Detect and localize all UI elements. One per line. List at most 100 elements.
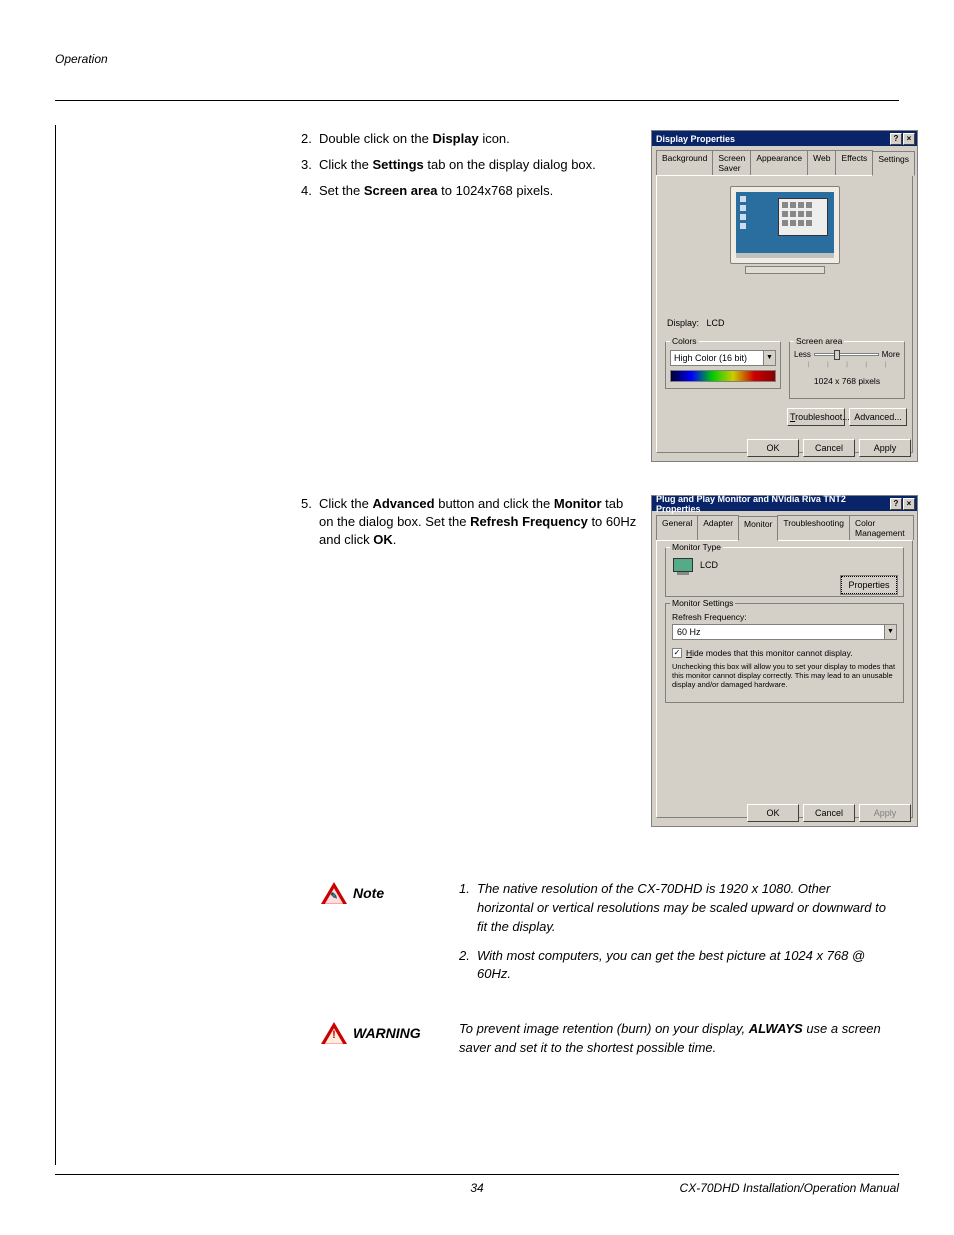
content-frame: 2. Double click on the Display icon. 3. … [55,125,899,1165]
screen-area-legend: Screen area [794,336,844,346]
dialog-button-row: OK Cancel Apply [747,439,911,457]
warning-icon-column: ! WARNING [321,1020,441,1046]
display-value: LCD [707,318,725,328]
note-icon-column: ✎ Note [321,880,441,906]
note-triangle-icon: ✎ [321,880,347,906]
note-label: Note [353,885,384,901]
color-depth-combo[interactable]: High Color (16 bit) ▼ [670,350,776,366]
step-number: 5. [301,495,319,550]
dropdown-arrow-icon: ▼ [763,351,775,365]
tab-adapter[interactable]: Adapter [697,515,739,540]
resolution-slider[interactable]: Less More [794,350,900,359]
monitor-type-legend: Monitor Type [670,542,723,552]
tab-panel-settings: Display: LCD Colors High Color (16 bit) … [656,175,913,453]
colors-fieldset: Colors High Color (16 bit) ▼ [665,341,781,389]
tab-background[interactable]: Background [656,150,713,175]
tab-strip: General Adapter Monitor Troubleshooting … [656,515,913,540]
refresh-frequency-combo[interactable]: 60 Hz ▼ [672,624,897,640]
hide-modes-label: Hide modes that this monitor cannot disp… [686,648,853,658]
monitor-icon [672,558,694,576]
footer-doc-title: CX-70DHD Installation/Operation Manual [680,1181,899,1195]
step-5: 5. Click the Advanced button and click t… [301,495,641,550]
help-button[interactable]: ? [890,133,902,145]
color-depth-value: High Color (16 bit) [674,353,747,363]
cancel-button[interactable]: Cancel [803,804,855,822]
step-3: 3. Click the Settings tab on the display… [301,156,641,174]
tab-web[interactable]: Web [807,150,836,175]
monitor-name: LCD [700,560,718,570]
note-item-text: With most computers, you can get the bes… [477,947,889,985]
cancel-button[interactable]: Cancel [803,439,855,457]
monitor-preview [725,186,845,281]
note-row: ✎ Note 1. The native resolution of the C… [321,880,889,994]
apply-button[interactable]: Apply [859,439,911,457]
step-number: 2. [301,130,319,148]
step-number: 4. [301,182,319,200]
note-text: 1. The native resolution of the CX-70DHD… [459,880,889,994]
monitor-frame-icon [730,186,840,264]
dialog-title: Display Properties [656,134,735,144]
display-label: Display: [667,318,699,328]
ok-button[interactable]: OK [747,804,799,822]
step-text: Click the Settings tab on the display di… [319,156,596,174]
monitor-type-fieldset: Monitor Type LCD Properties [665,547,904,597]
tab-color-management[interactable]: Color Management [849,515,914,540]
warning-label: WARNING [353,1025,421,1041]
monitor-settings-fieldset: Monitor Settings Refresh Frequency: 60 H… [665,603,904,703]
dialog-button-row: OK Cancel Apply [747,804,911,822]
header-rule [55,100,899,101]
tab-appearance[interactable]: Appearance [750,150,808,175]
page-footer: 34 CX-70DHD Installation/Operation Manua… [55,1174,899,1195]
hide-modes-checkbox-row: ✓ Hide modes that this monitor cannot di… [672,648,853,658]
resolution-value: 1024 x 768 pixels [790,376,904,386]
dialog-titlebar: Display Properties ? × [652,131,917,146]
monitor-settings-legend: Monitor Settings [670,598,735,608]
troubleshoot-button[interactable]: Troubleshoot... [787,408,845,426]
step-text: Set the Screen area to 1024x768 pixels. [319,182,553,200]
colors-legend: Colors [670,336,699,346]
step-number: 3. [301,156,319,174]
advanced-button[interactable]: Advanced... [849,408,907,426]
steps-list-2: 5. Click the Advanced button and click t… [301,495,641,550]
step-4: 4. Set the Screen area to 1024x768 pixel… [301,182,641,200]
tab-troubleshooting[interactable]: Troubleshooting [777,515,850,540]
header-section-label: Operation [55,52,108,66]
slider-less-label: Less [794,350,811,359]
note-item-number: 2. [459,947,477,985]
screen-area-fieldset: Screen area Less More ||||| 1024 x 768 p… [789,341,905,399]
warning-text: To prevent image retention (burn) on you… [459,1020,889,1058]
tab-effects[interactable]: Effects [835,150,873,175]
close-button[interactable]: × [903,133,915,145]
tab-settings[interactable]: Settings [872,151,915,176]
refresh-frequency-label: Refresh Frequency: [672,612,747,622]
refresh-frequency-value: 60 Hz [677,627,701,637]
apply-button: Apply [859,804,911,822]
tab-screensaver[interactable]: Screen Saver [712,150,751,175]
step-text: Click the Advanced button and click the … [319,495,641,550]
help-button[interactable]: ? [890,498,902,510]
dropdown-arrow-icon: ▼ [884,625,896,639]
color-spectrum-icon [670,370,776,382]
hide-modes-checkbox[interactable]: ✓ [672,648,682,658]
properties-button[interactable]: Properties [841,576,897,594]
tab-general[interactable]: General [656,515,698,540]
slider-thumb[interactable] [834,350,840,360]
step-2: 2. Double click on the Display icon. [301,130,641,148]
page-number: 34 [470,1181,483,1195]
tab-strip: Background Screen Saver Appearance Web E… [656,150,913,175]
hide-modes-hint: Unchecking this box will allow you to se… [672,662,897,689]
steps-list-1: 2. Double click on the Display icon. 3. … [301,130,641,209]
dialog-title: Plug and Play Monitor and NVidia Riva TN… [656,494,890,514]
tab-panel-monitor: Monitor Type LCD Properties Monitor Sett… [656,540,913,818]
slider-more-label: More [882,350,900,359]
step-text: Double click on the Display icon. [319,130,510,148]
close-button[interactable]: × [903,498,915,510]
display-label-row: Display: LCD [667,318,725,328]
ok-button[interactable]: OK [747,439,799,457]
notes-section: ✎ Note 1. The native resolution of the C… [321,880,889,1084]
tab-monitor[interactable]: Monitor [738,516,778,541]
warning-triangle-icon: ! [321,1020,347,1046]
slider-track[interactable] [814,353,879,356]
note-item-number: 1. [459,880,477,937]
note-item-text: The native resolution of the CX-70DHD is… [477,880,889,937]
